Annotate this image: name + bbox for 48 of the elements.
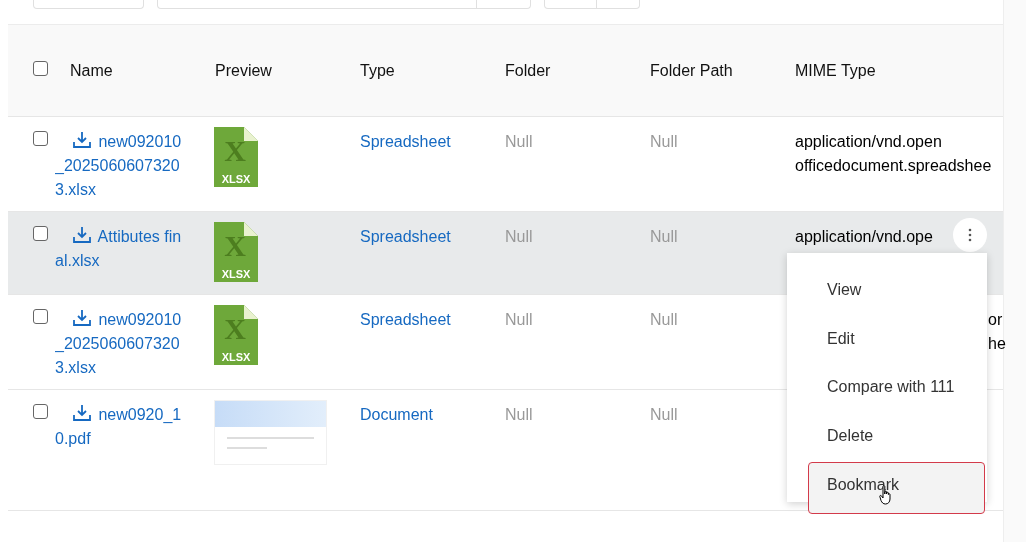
folder-path-cell: Null — [650, 311, 678, 328]
row-checkbox[interactable] — [33, 131, 48, 146]
column-header[interactable]: Folder — [505, 61, 551, 79]
mime-type-text: application/vnd.open — [795, 132, 942, 152]
row-checkbox[interactable] — [33, 404, 48, 419]
toolbar-button[interactable] — [33, 0, 144, 9]
more-actions-button[interactable] — [953, 218, 987, 252]
mime-type-text: officedocument.spreadshee — [795, 156, 992, 176]
toolbar-button[interactable] — [544, 0, 597, 9]
folder-cell: Null — [505, 133, 533, 150]
type-link[interactable]: Spreadsheet — [360, 311, 451, 328]
folder-cell: Null — [505, 228, 533, 245]
folder-path-cell: Null — [650, 228, 678, 245]
file-name-link[interactable]: new0920_10.pdf — [55, 403, 189, 451]
file-name-link[interactable]: new092010_20250606073203.xlsx — [55, 308, 189, 380]
type-link[interactable]: Spreadsheet — [360, 133, 451, 150]
folder-path-cell: Null — [650, 133, 678, 150]
download-icon — [72, 309, 92, 327]
folder-cell: Null — [505, 311, 533, 328]
type-link[interactable]: Spreadsheet — [360, 228, 451, 245]
row-checkbox[interactable] — [33, 309, 48, 324]
column-header[interactable]: Folder Path — [650, 61, 733, 79]
column-header[interactable]: Type — [360, 61, 395, 79]
more-icon — [968, 228, 972, 242]
menu-item[interactable]: Edit — [802, 314, 987, 363]
menu-item[interactable]: Compare with 111 — [802, 363, 987, 412]
column-header[interactable]: Name — [70, 61, 113, 79]
menu-item[interactable]: View — [802, 266, 987, 315]
menu-item[interactable]: Bookmark — [808, 462, 985, 514]
folder-path-cell: Null — [650, 406, 678, 423]
column-header[interactable]: MIME Type — [795, 61, 876, 79]
column-header[interactable]: Preview — [215, 61, 272, 79]
file-name-link[interactable]: new092010_20250606073203.xlsx — [55, 130, 189, 202]
download-icon — [72, 131, 92, 149]
select-all-checkbox[interactable] — [33, 61, 48, 76]
toolbar-button[interactable] — [597, 0, 640, 9]
mime-type-text: or — [988, 310, 1003, 330]
type-link[interactable]: Document — [360, 406, 433, 423]
folder-cell: Null — [505, 406, 533, 423]
menu-item[interactable]: Delete — [802, 411, 987, 460]
search-field[interactable] — [157, 0, 477, 9]
mime-type-text: application/vnd.ope — [795, 227, 933, 247]
search-button[interactable] — [477, 0, 531, 9]
download-icon — [72, 404, 92, 422]
row-checkbox[interactable] — [33, 226, 48, 241]
file-name-link[interactable]: Attibutes final.xlsx — [55, 225, 189, 273]
mime-type-text: he — [988, 334, 1006, 354]
download-icon — [72, 226, 92, 244]
